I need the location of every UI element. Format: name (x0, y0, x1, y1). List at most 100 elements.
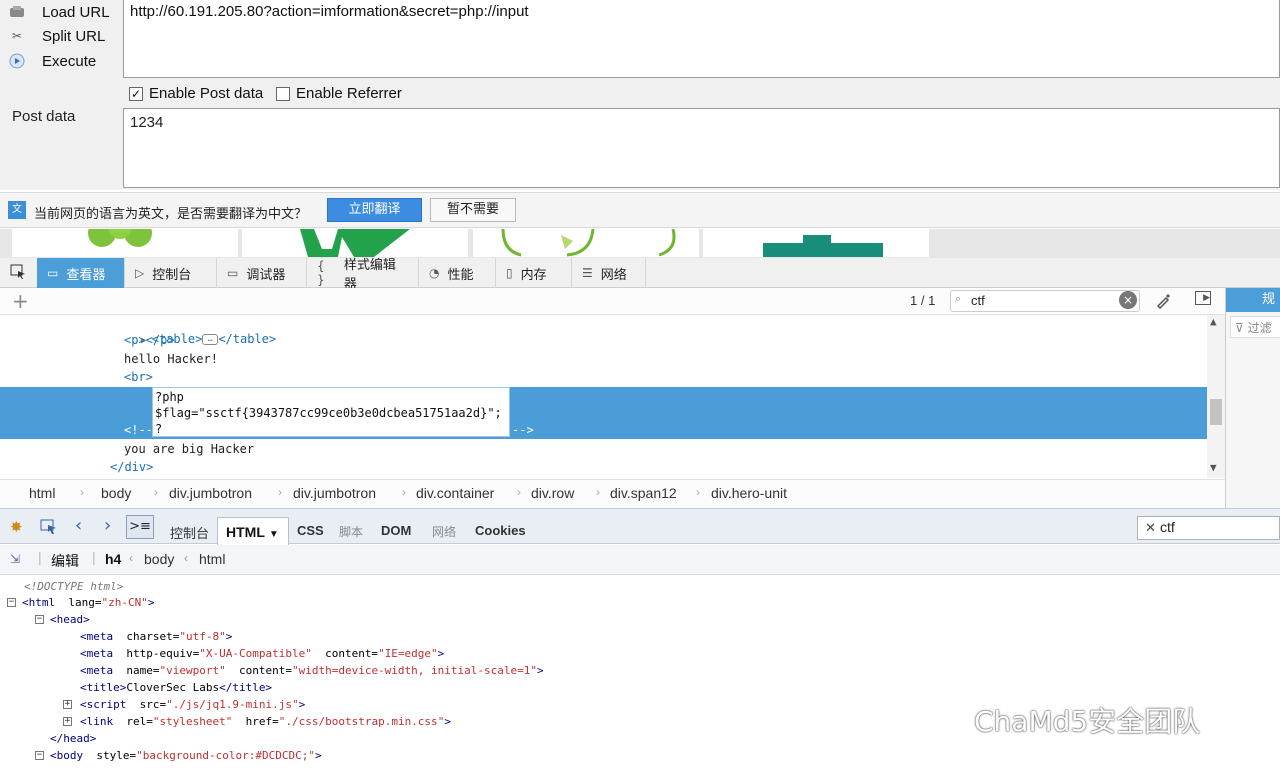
fb-tab-script[interactable]: 脚本 (339, 523, 363, 540)
fb-tab-cookies[interactable]: Cookies (475, 523, 526, 538)
enable-referrer-checkbox[interactable]: Enable Referrer (276, 85, 402, 102)
firebug-search-input[interactable]: ctf (1137, 516, 1280, 540)
expand-icon[interactable]: + (63, 700, 72, 709)
script-node[interactable]: <script src="./js/jq1.9-mini.js"> (80, 696, 305, 713)
filter-styles-input[interactable]: ⊽ 过滤 (1230, 316, 1280, 338)
breadcrumb-item-current[interactable]: div.hero-unit (711, 485, 787, 501)
tab-performance[interactable]: ◔ 性能 (419, 258, 496, 288)
inspect-icon[interactable] (40, 518, 58, 540)
firebug-subbar: ⇲ | 编辑 | h4 ‹ body ‹ html (0, 545, 1280, 575)
enable-referrer-label: Enable Referrer (296, 85, 402, 102)
separator: | (92, 549, 96, 565)
tab-memory[interactable]: ▯ 内存 (496, 258, 572, 288)
execute-button[interactable]: Execute (8, 49, 96, 73)
expand-icon[interactable]: + (63, 717, 72, 726)
markup-view: ▶ <table>… </table> <p></p> hello Hacker!… (0, 315, 1225, 478)
body-node[interactable]: <body style="background-color:#DCDCDC;"> (50, 747, 322, 764)
path-current[interactable]: h4 (105, 551, 121, 567)
url-input[interactable]: http://60.191.205.80?action=imformation&… (123, 0, 1280, 78)
tab-inspector[interactable]: ▭ 查看器 (37, 258, 125, 288)
path-item[interactable]: html (199, 551, 225, 567)
pick-element-icon (10, 264, 26, 283)
post-data-input[interactable]: 1234 (123, 108, 1280, 188)
comment-close: --> (512, 423, 534, 437)
table-node[interactable]: ▶ <table>… </table> (112, 315, 276, 346)
fb-tab-html[interactable]: HTML ▼ (217, 517, 289, 545)
chevron-right-icon: › (80, 485, 84, 499)
decline-translate-button[interactable]: 暂不需要 (430, 198, 516, 222)
eyedropper-icon[interactable] (1155, 291, 1173, 313)
div-close-node[interactable]: </div> (110, 458, 153, 476)
path-item[interactable]: body (144, 551, 174, 567)
tab-rules[interactable]: 规 (1226, 288, 1280, 312)
fb-tab-dom[interactable]: DOM (381, 523, 411, 538)
text-node[interactable]: hello Hacker! (124, 350, 218, 368)
inspector-search-input[interactable]: ctf (950, 290, 1140, 312)
fb-tab-net[interactable]: 网络 (432, 523, 456, 540)
meta-http-equiv-node[interactable]: <meta http-equiv="X-UA-Compatible" conte… (80, 645, 444, 662)
head-close-node[interactable]: </head> (50, 730, 96, 747)
collapse-icon[interactable]: − (7, 598, 16, 607)
tab-style-editor[interactable]: { } 样式编辑器 (307, 258, 419, 292)
scroll-up-icon[interactable]: ▲ (1210, 315, 1217, 328)
breadcrumb-item[interactable]: div.jumbotron (293, 485, 376, 501)
fb-tab-css[interactable]: CSS (297, 523, 324, 538)
enable-post-checkbox[interactable]: ✓ Enable Post data (129, 85, 263, 102)
back-icon[interactable]: ‹ (75, 515, 82, 536)
scroll-down-icon[interactable]: ▼ (1210, 461, 1217, 474)
comment-editor[interactable]: ?php $flag="ssctf{3943787cc99ce0b3e0dcbea… (152, 387, 510, 437)
add-node-icon[interactable]: + (12, 289, 29, 313)
search-icon: ⌕ (955, 292, 962, 305)
toggle-sidebar-icon[interactable]: ▶ (1195, 291, 1211, 305)
collapse-icon[interactable]: − (35, 615, 44, 624)
comment-open: <!-- (124, 423, 153, 437)
tab-network[interactable]: ☰ 网络 (572, 258, 646, 288)
translate-button[interactable]: 立即翻译 (327, 198, 422, 222)
html-node[interactable]: <html lang="zh-CN"> (22, 594, 155, 611)
text-node[interactable]: you are big Hacker (124, 440, 254, 458)
markup-scrollbar[interactable]: ▲ ▼ (1207, 315, 1225, 478)
title-node[interactable]: <title>CloverSec Labs</title> (80, 679, 272, 696)
pick-element-button[interactable] (0, 258, 37, 288)
logo-image (242, 229, 468, 257)
breadcrumb-item[interactable]: div.row (531, 485, 574, 501)
clear-search-icon[interactable]: × (1119, 291, 1137, 309)
load-url-button[interactable]: Load URL (8, 0, 110, 24)
collapse-icon[interactable]: − (35, 751, 44, 760)
load-url-icon (8, 3, 26, 21)
tab-style-editor-label: 样式编辑器 (343, 258, 396, 292)
meta-charset-node[interactable]: <meta charset="utf-8"> (80, 628, 232, 645)
post-data-label: Post data (12, 108, 76, 125)
split-url-label: Split URL (42, 27, 106, 45)
check-icon: ✓ (129, 86, 143, 101)
head-node[interactable]: <head> (50, 611, 90, 628)
command-line-icon[interactable]: >≡ (126, 515, 154, 539)
breadcrumb-item[interactable]: div.container (416, 485, 494, 501)
breadcrumb-item[interactable]: body (101, 485, 131, 501)
play-icon (8, 52, 26, 70)
flag-line: $flag="ssctf{3943787cc99ce0b3e0dcbea5175… (155, 406, 502, 420)
firebug-icon[interactable]: ✸ (10, 518, 23, 536)
edit-mode-icon[interactable]: ⇲ (10, 552, 20, 566)
link-node[interactable]: <link rel="stylesheet" href="./css/boots… (80, 713, 451, 730)
breadcrumb-item[interactable]: div.jumbotron (169, 485, 252, 501)
tab-console[interactable]: ▷ 控制台 (125, 258, 217, 288)
edit-button[interactable]: 编辑 (51, 551, 79, 571)
meta-viewport-node[interactable]: <meta name="viewport" content="width=dev… (80, 662, 544, 679)
breadcrumb-item[interactable]: div.span12 (610, 485, 677, 501)
scroll-thumb[interactable] (1210, 399, 1222, 425)
wechat-icon (929, 707, 961, 732)
debugger-icon: ▭ (227, 266, 239, 280)
split-url-button[interactable]: ✂ Split URL (8, 24, 105, 48)
doctype-node[interactable]: <!DOCTYPE html> (24, 578, 123, 595)
p-node[interactable]: <p></p> (124, 331, 175, 349)
breadcrumb-item[interactable]: html (29, 485, 55, 501)
fb-tab-console[interactable]: 控制台 (170, 523, 209, 542)
tab-debugger[interactable]: ▭ 调试器 (217, 258, 307, 288)
rules-sidebar: 规 ⊽ 过滤 (1225, 288, 1280, 508)
br-node[interactable]: <br> (124, 368, 153, 386)
clear-search-icon[interactable]: ✕ (1145, 521, 1156, 536)
inspector-toolbar: + 1 / 1 ctf ⌕ (0, 288, 1225, 315)
firebug-toolbar: ✸ ‹ › >≡ 控制台 HTML ▼ CSS 脚本 DOM 网络 Cookies… (0, 508, 1280, 545)
forward-icon[interactable]: › (104, 515, 111, 536)
